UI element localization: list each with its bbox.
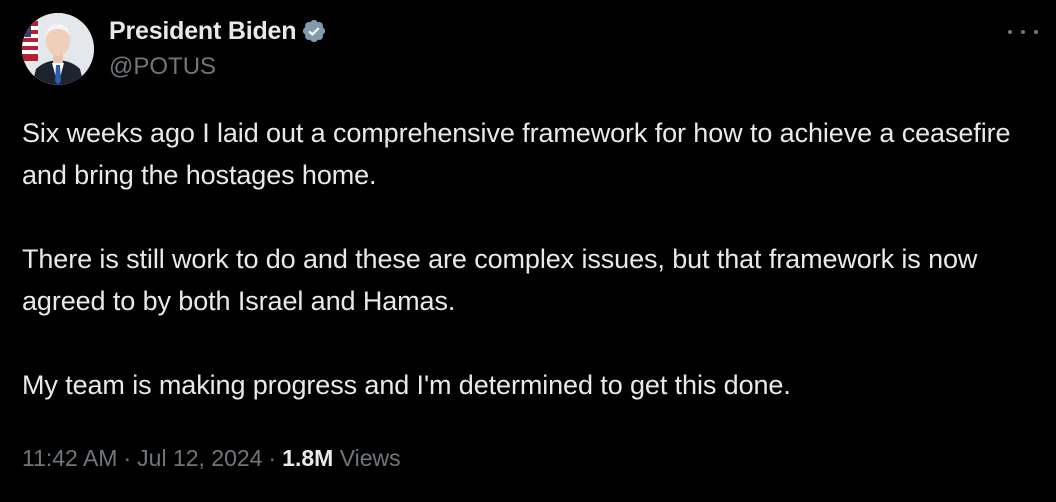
meta-separator: · xyxy=(123,445,132,471)
display-name[interactable]: President Biden xyxy=(109,14,297,48)
verified-badge-icon[interactable] xyxy=(301,18,327,44)
tweet-paragraph: Six weeks ago I laid out a comprehensive… xyxy=(22,118,1011,190)
handle[interactable]: @POTUS xyxy=(109,51,327,83)
tweet-paragraph: There is still work to do and these are … xyxy=(22,244,978,316)
tweet-card: President Biden @POTUS Six weeks ago I l… xyxy=(0,0,1056,502)
views-count[interactable]: 1.8M xyxy=(282,445,333,471)
more-horizontal-icon[interactable] xyxy=(1008,22,1038,42)
tweet-meta: 11:42 AM · Jul 12, 2024 · 1.8M Views xyxy=(22,440,401,476)
avatar[interactable] xyxy=(22,13,94,85)
more-dot xyxy=(1021,30,1025,34)
more-dot xyxy=(1034,30,1038,34)
meta-separator: · xyxy=(268,445,277,471)
author-info: President Biden @POTUS xyxy=(109,14,327,83)
tweet-date[interactable]: Jul 12, 2024 xyxy=(137,445,262,471)
views-label[interactable]: Views xyxy=(340,445,401,471)
tweet-text: Six weeks ago I laid out a comprehensive… xyxy=(22,112,1047,406)
more-dot xyxy=(1008,30,1012,34)
name-row: President Biden xyxy=(109,14,327,48)
tweet-paragraph: My team is making progress and I'm deter… xyxy=(22,370,791,400)
avatar-image xyxy=(22,13,94,85)
tweet-time[interactable]: 11:42 AM xyxy=(22,445,117,471)
